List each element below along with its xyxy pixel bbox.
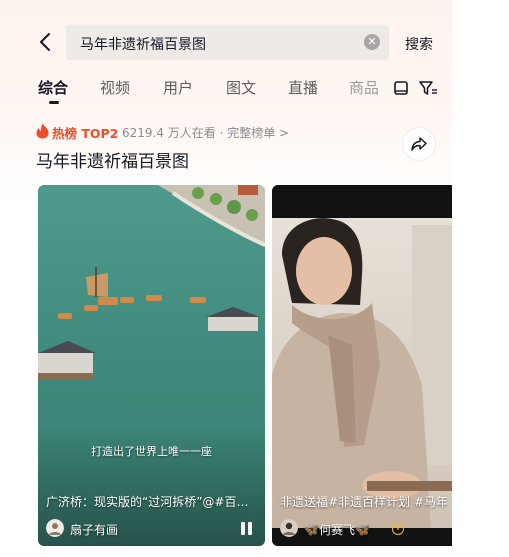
hot-rank-label: 热榜 TOP2: [52, 126, 119, 141]
background-margin: [452, 0, 509, 557]
video-subtitle: 打造出了世界上唯一一座: [91, 445, 212, 458]
video-card[interactable]: 非遗送福#非遗百样计划 #马年 🦋何赛飞🦋 v: [272, 185, 452, 546]
search-query[interactable]: 马年非遗祈福百景图: [80, 34, 206, 54]
tab-video[interactable]: 视频: [100, 77, 130, 98]
video-card[interactable]: 打造出了世界上唯一一座 广济桥：现实版的“过河拆桥”@#百… 扇子有画: [38, 185, 265, 546]
pause-icon[interactable]: [240, 522, 254, 536]
tab-image-text[interactable]: 图文: [226, 77, 256, 98]
back-icon[interactable]: [34, 30, 58, 54]
avatar[interactable]: [280, 519, 298, 537]
search-button[interactable]: 搜索: [405, 34, 433, 54]
tab-live[interactable]: 直播: [288, 77, 318, 98]
share-icon: [411, 137, 427, 151]
result-tabs: 综合 视频 用户 图文 直播 商品: [0, 74, 452, 106]
active-tab-indicator: [49, 101, 59, 104]
layout-icon[interactable]: [392, 79, 410, 97]
share-button[interactable]: [403, 128, 435, 160]
tab-products[interactable]: 商品: [349, 77, 379, 98]
tab-users[interactable]: 用户: [163, 77, 193, 98]
verified-badge-icon: v: [392, 523, 404, 535]
author-name[interactable]: 扇子有画: [70, 521, 118, 538]
video-thumbnail: [272, 185, 452, 546]
video-description: 非遗送福#非遗百样计划 #马年: [280, 495, 448, 509]
search-input[interactable]: 马年非遗祈福百景图 ✕: [66, 25, 389, 60]
author-name[interactable]: 🦋何赛飞🦋: [304, 521, 370, 538]
search-header: 马年非遗祈福百景图 ✕ 搜索: [0, 22, 452, 62]
video-description: 广济桥：现实版的“过河拆桥”@#百…: [46, 495, 249, 509]
hot-viewers-link[interactable]: 6219.4 万人在看 · 完整榜单 >: [122, 124, 289, 141]
page-title: 马年非遗祈福百景图: [36, 152, 189, 172]
avatar[interactable]: [46, 519, 64, 537]
tab-comprehensive[interactable]: 综合: [38, 77, 68, 98]
clear-icon[interactable]: ✕: [364, 34, 380, 50]
filter-icon[interactable]: [418, 79, 437, 97]
fire-icon: [36, 123, 49, 139]
video-thumbnail: [38, 185, 265, 546]
search-results-screen: 马年非遗祈福百景图 ✕ 搜索 综合 视频 用户 图文 直播 商品 热榜 TOP2…: [0, 0, 452, 557]
